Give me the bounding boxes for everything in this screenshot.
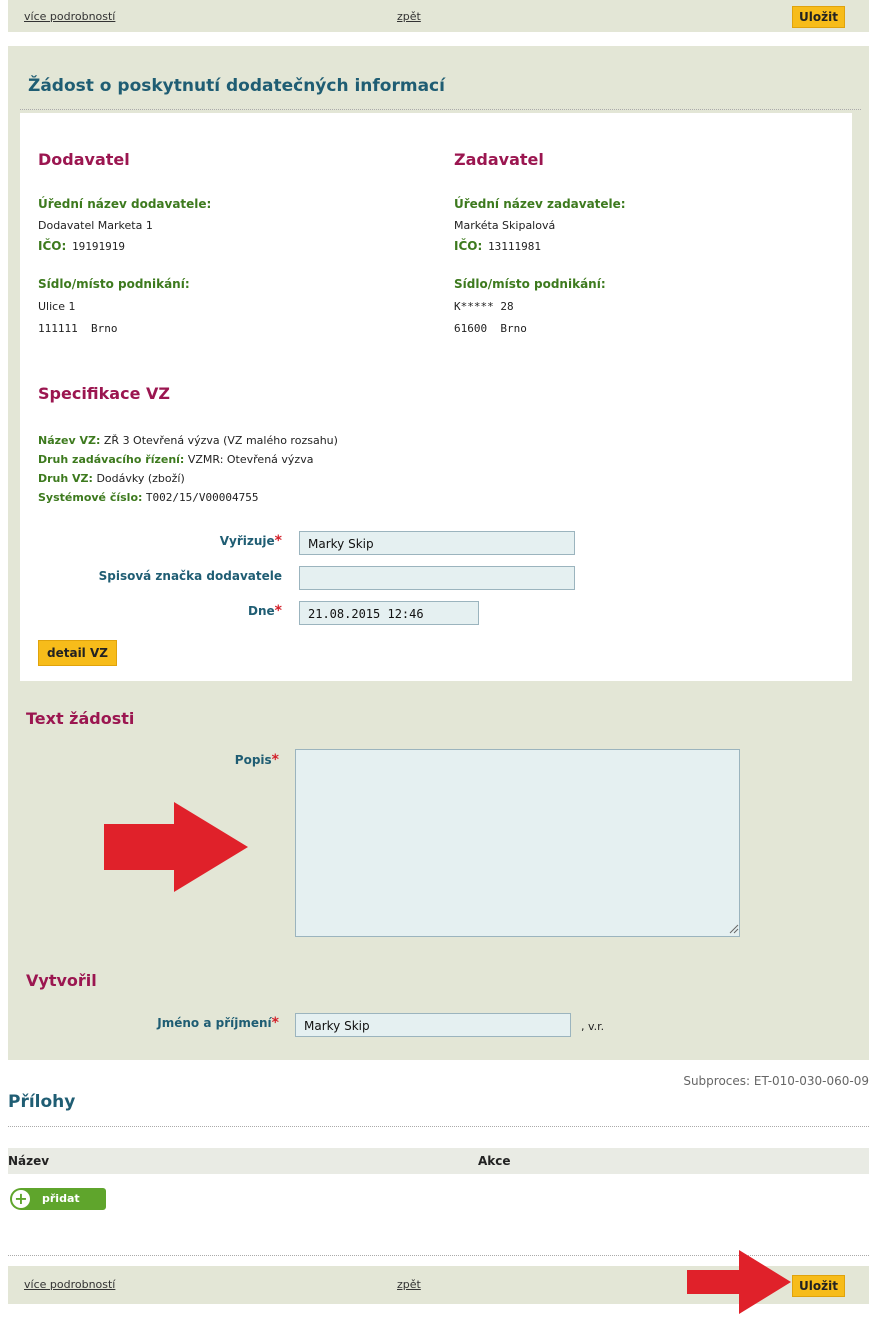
contracting-street: K***** 28	[454, 300, 514, 313]
detail-vz-button[interactable]: detail VZ	[38, 640, 117, 666]
title-divider	[20, 109, 861, 110]
contracting-ico-label: IČO:	[454, 239, 483, 253]
contracting-seat-label: Sídlo/místo podnikání:	[454, 277, 606, 291]
back-link[interactable]: zpět	[397, 1278, 421, 1291]
supplier-seat-label: Sídlo/místo podnikání:	[38, 277, 190, 291]
handler-label: Vyřizuje	[219, 534, 275, 548]
supplier-ico: 19191919	[72, 240, 125, 253]
red-arrow-icon	[687, 1250, 791, 1314]
creator-heading: Vytvořil	[26, 971, 97, 990]
contracting-name-label: Úřední název zadavatele:	[454, 197, 626, 211]
date-label: Dne	[248, 604, 275, 618]
top-action-bar: více podrobností zpět Uložit	[8, 0, 869, 32]
fileref-label-wrap: Spisová značka dodavatele	[99, 569, 282, 583]
spec-details: Název VZ: ZŘ 3 Otevřená výzva (VZ malého…	[38, 431, 338, 507]
bottom-action-bar: více podrobností zpět Uložit	[8, 1250, 869, 1314]
spec-sys-label: Systémové číslo:	[38, 491, 143, 504]
parties-card: Dodavatel Úřední název dodavatele: Dodav…	[20, 113, 852, 681]
required-mark: *	[274, 603, 282, 619]
supplier-name: Dodavatel Marketa 1	[38, 219, 153, 232]
spec-sys: T002/15/V00004755	[145, 491, 259, 504]
spec-type: Dodávky (zboží)	[96, 472, 185, 485]
supplier-ico-label: IČO:	[38, 239, 67, 253]
fileref-input[interactable]	[299, 566, 575, 590]
spec-type-label: Druh VZ:	[38, 472, 93, 485]
contracting-ico: 13111981	[488, 240, 541, 253]
subproces-label: Subproces: ET-010-030-060-09	[683, 1074, 869, 1088]
attachments-title: Přílohy	[8, 1092, 76, 1112]
supplier-heading: Dodavatel	[38, 150, 130, 169]
required-mark: *	[274, 533, 282, 549]
add-attachment-button[interactable]: + přidat	[10, 1188, 106, 1210]
creator-name-label: Jméno a příjmení	[157, 1016, 272, 1030]
spec-proc: VZMR: Otevřená výzva	[187, 453, 314, 466]
request-heading: Text žádosti	[26, 709, 135, 728]
description-textarea[interactable]	[295, 749, 740, 937]
resize-handle-icon[interactable]	[729, 924, 739, 934]
desc-label-wrap: Popis*	[235, 752, 279, 768]
spec-heading: Specifikace VZ	[38, 384, 170, 403]
more-details-link[interactable]: více podrobností	[24, 1278, 115, 1291]
required-mark: *	[271, 752, 279, 768]
required-mark: *	[271, 1015, 279, 1031]
column-action-header: Akce	[478, 1154, 511, 1168]
creator-label-wrap: Jméno a příjmení*	[157, 1015, 279, 1031]
page-title: Žádost o poskytnutí dodatečných informac…	[28, 76, 445, 96]
handler-label-wrap: Vyřizuje*	[220, 533, 282, 549]
contracting-zip-city: 61600 Brno	[454, 322, 527, 335]
contracting-heading: Zadavatel	[454, 150, 544, 169]
supplier-zip-city: 111111 Brno	[38, 322, 118, 335]
red-arrow-icon	[104, 802, 248, 892]
creator-suffix: , v.r.	[581, 1020, 605, 1033]
attachments-divider	[8, 1126, 869, 1127]
spec-name-label: Název VZ:	[38, 434, 101, 447]
handler-input[interactable]: Marky Skip	[299, 531, 575, 555]
back-link[interactable]: zpět	[397, 10, 421, 23]
date-label-wrap: Dne*	[248, 603, 282, 619]
contracting-name: Markéta Skipalová	[454, 219, 556, 232]
supplier-street: Ulice 1	[38, 300, 76, 313]
fileref-label: Spisová značka dodavatele	[98, 569, 282, 583]
creator-name-input[interactable]: Marky Skip	[295, 1013, 571, 1037]
save-button[interactable]: Uložit	[792, 1275, 845, 1297]
desc-label: Popis	[234, 753, 272, 767]
plus-icon: +	[12, 1190, 30, 1208]
supplier-name-label: Úřední název dodavatele:	[38, 197, 212, 211]
more-details-link[interactable]: více podrobností	[24, 10, 115, 23]
spec-proc-label: Druh zadávacího řízení:	[38, 453, 185, 466]
attachments-table-header: Název Akce	[8, 1148, 869, 1174]
request-form-panel: Žádost o poskytnutí dodatečných informac…	[8, 46, 869, 1060]
date-input[interactable]: 21.08.2015 12:46	[299, 601, 479, 625]
column-name-header: Název	[8, 1154, 50, 1168]
save-button[interactable]: Uložit	[792, 6, 845, 28]
spec-name: ZŘ 3 Otevřená výzva (VZ malého rozsahu)	[103, 434, 338, 447]
add-attachment-label: přidat	[42, 1192, 80, 1205]
